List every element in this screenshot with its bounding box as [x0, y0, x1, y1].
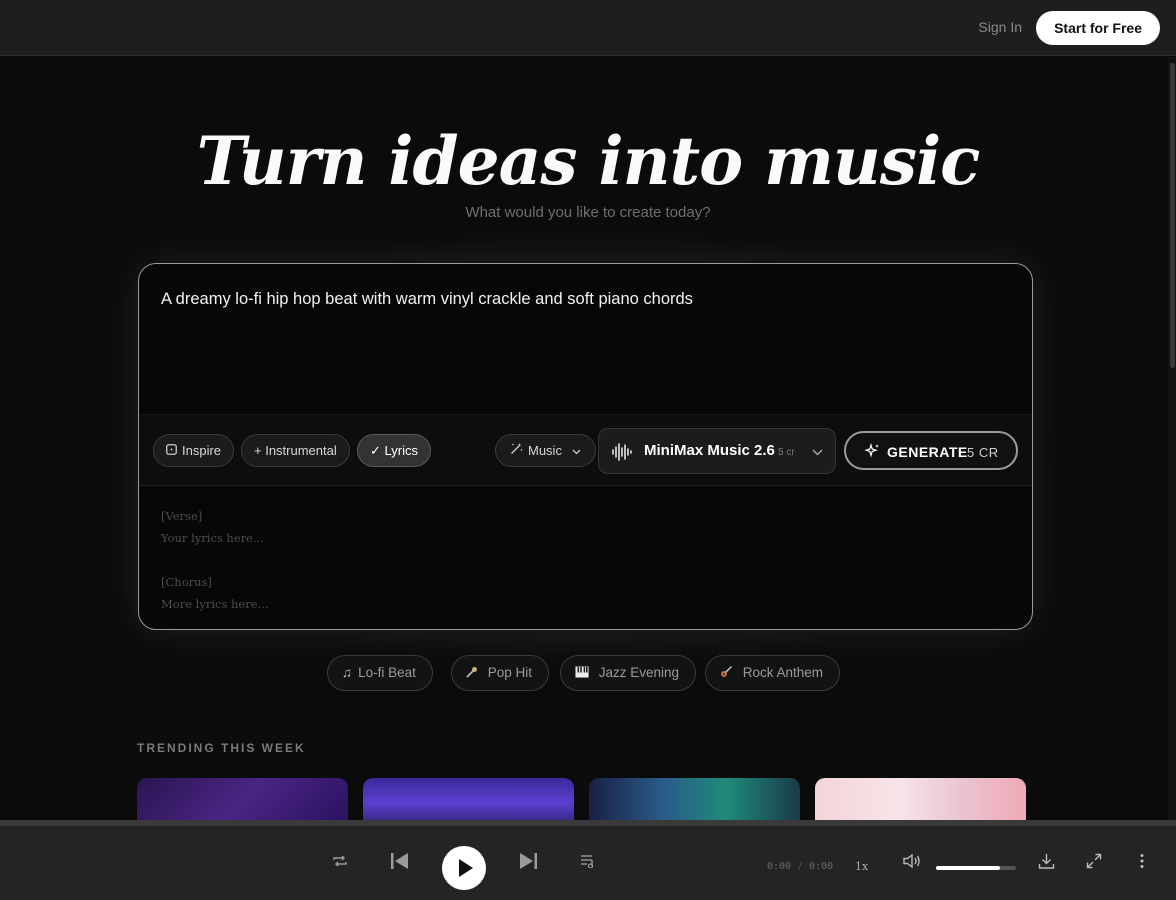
instrumental-toggle[interactable]: + Instrumental [241, 434, 350, 467]
skip-back-icon[interactable] [390, 852, 410, 875]
expand-icon[interactable] [1086, 853, 1102, 874]
controls-bar: Inspire + Instrumental ✓ Lyrics Music Mi… [139, 414, 1032, 486]
play-button[interactable] [442, 846, 486, 890]
trending-card[interactable] [815, 778, 1026, 820]
play-icon [459, 859, 473, 877]
volume-level [936, 866, 1000, 870]
inspire-label: Inspire [182, 443, 222, 458]
prompt-panel: A dreamy lo-fi hip hop beat with warm vi… [138, 263, 1033, 630]
lyrics-input[interactable]: [Verse] Your lyrics here... [Chorus] Mor… [161, 505, 269, 615]
hero-subtitle: What would you like to create today? [465, 204, 711, 221]
playback-speed-button[interactable]: 1x [855, 860, 868, 873]
trending-card[interactable] [363, 778, 574, 820]
dice-icon [166, 435, 177, 466]
volume-slider[interactable] [936, 866, 1016, 870]
mode-select[interactable]: Music [495, 434, 596, 467]
repeat-icon[interactable] [332, 853, 348, 874]
waveform-icon [612, 443, 632, 461]
quick-prompt-lofi[interactable]: ♫ Lo-fi Beat [327, 655, 433, 691]
model-cost: 5 cr [778, 447, 795, 458]
magic-wand-icon [510, 435, 523, 466]
model-select[interactable]: MiniMax Music 2.6 5 cr [598, 428, 836, 474]
quick-prompt-pop[interactable]: Pop Hit [451, 655, 550, 691]
microphone-icon [466, 665, 482, 680]
time-separator: / [797, 861, 804, 872]
prompt-input[interactable]: A dreamy lo-fi hip hop beat with warm vi… [161, 290, 693, 309]
generate-button[interactable]: GENERATE 5 CR [844, 431, 1018, 470]
generate-cost: 5 CR [967, 445, 999, 460]
audio-player: 0:00 / 0:00 1x [0, 820, 1176, 900]
guitar-icon [720, 665, 737, 680]
quick-prompt-jazz[interactable]: Jazz Evening [560, 655, 697, 691]
quick-prompt-rock[interactable]: Rock Anthem [705, 655, 841, 691]
duration: 0:00 [809, 861, 834, 872]
lyrics-placeholder-line: [Verse] [161, 509, 203, 523]
more-options-icon[interactable] [1139, 853, 1145, 874]
trending-card[interactable] [589, 778, 800, 820]
generate-label: GENERATE [887, 444, 968, 460]
top-bar: Sign In Start for Free [0, 0, 1176, 56]
lyrics-toggle[interactable]: ✓ Lyrics [357, 434, 431, 467]
model-name: MiniMax Music 2.6 [644, 442, 775, 459]
mode-label: Music [528, 443, 562, 458]
hero-title: Turn ideas into music [196, 122, 981, 200]
current-time: 0:00 [767, 861, 792, 872]
queue-icon[interactable] [580, 854, 596, 873]
trending-heading: TRENDING THIS WEEK [137, 741, 306, 755]
inspire-button[interactable]: Inspire [153, 434, 235, 467]
trending-card[interactable] [137, 778, 348, 820]
piano-icon [575, 665, 593, 680]
quick-prompt-label: Pop Hit [487, 665, 533, 680]
sparkles-icon [865, 443, 879, 458]
quick-prompt-label: Lo-fi Beat [358, 665, 416, 680]
lyrics-placeholder-line: More lyrics here... [161, 597, 269, 611]
time-display: 0:00 / 0:00 [767, 861, 833, 872]
music-note-icon: ♫ [342, 665, 353, 680]
sign-in-link[interactable]: Sign In [978, 19, 1022, 35]
start-for-free-button[interactable]: Start for Free [1036, 11, 1160, 45]
chevron-down-icon [572, 443, 581, 458]
chevron-down-icon [812, 443, 823, 461]
skip-forward-icon[interactable] [518, 852, 538, 875]
lyrics-placeholder-line: [Chorus] [161, 575, 212, 589]
volume-icon[interactable] [903, 853, 921, 874]
lyrics-placeholder-line: Your lyrics here... [161, 531, 264, 545]
download-icon[interactable] [1038, 853, 1055, 875]
quick-prompt-label: Rock Anthem [742, 665, 824, 680]
quick-prompt-label: Jazz Evening [598, 665, 680, 680]
